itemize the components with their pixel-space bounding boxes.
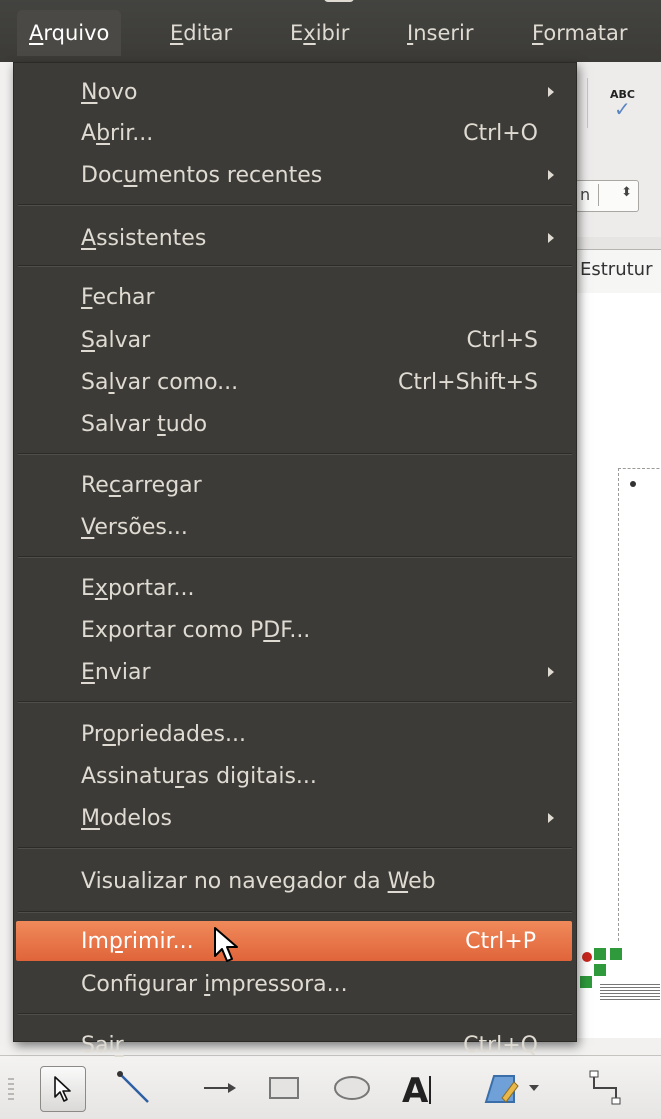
mouse-pointer-icon [212,926,242,970]
menu-separator [18,204,572,206]
menu-item-fechar[interactable]: Fechar [14,280,576,314]
menu-item-configurar-impressora[interactable]: Configurar impressora... [14,967,576,1001]
menu-item-modelos[interactable]: Modelos [14,801,576,835]
dropdown-arrow-icon[interactable] [522,1066,546,1110]
menu-item-novo[interactable]: Novo [14,75,576,109]
rectangle-icon[interactable] [262,1066,306,1110]
shortcut-salvar: Ctrl+S [466,327,538,353]
arrow-line-icon[interactable] [198,1066,242,1110]
curve-tool-icon[interactable] [478,1066,522,1110]
menu-item-documentos-recentes[interactable]: Documentos recentes [14,158,576,192]
menu-item-versoes[interactable]: Versões... [14,510,576,544]
menu-arquivo[interactable]: Arquivo [17,10,122,56]
bullet-point [630,481,636,487]
window-title-fragment [324,0,354,2]
menu-formatar[interactable]: Formatar [532,10,628,56]
menu-separator [18,847,572,849]
connector-icon[interactable] [584,1066,628,1110]
menu-separator [18,265,572,267]
menu-separator [18,911,572,913]
menu-item-exportar-pdf[interactable]: Exportar como PDF... [14,613,576,647]
spellcheck-icon[interactable]: ABC ✓ [610,88,635,121]
line-icon[interactable] [112,1066,156,1110]
menu-item-assinaturas-digitais[interactable]: Assinaturas digitais... [14,759,576,793]
menu-inserir[interactable]: Inserir [407,10,473,56]
shortcut-salvar-como: Ctrl+Shift+S [398,369,538,395]
slide-placeholder-border [618,468,661,941]
menu-separator [18,556,572,558]
drawing-toolbar: A [0,1055,661,1119]
shortcut-abrir: Ctrl+O [463,120,538,146]
menu-separator [18,453,572,455]
menu-item-propriedades[interactable]: Propriedades... [14,717,576,751]
svg-text:A: A [402,1071,429,1108]
menu-editar[interactable]: Editar [170,10,232,56]
menu-separator [18,1013,572,1015]
ellipse-icon[interactable] [330,1066,374,1110]
submenu-arrow-icon [548,233,554,243]
toolbar-separator [587,78,588,128]
view-tabs: Estrutur [575,237,661,294]
toolbar-grip[interactable] [8,1078,14,1100]
select-arrow-icon[interactable] [40,1066,86,1112]
shortcut-sair: Ctrl+Q [463,1032,538,1058]
menu-item-assistentes[interactable]: Assistentes [14,221,576,255]
menu-item-recarregar[interactable]: Recarregar [14,468,576,502]
menubar: Arquivo Editar Exibir Inserir Formatar [0,0,661,62]
menu-item-sair[interactable]: Sair Ctrl+Q [14,1028,576,1062]
menu-item-exportar[interactable]: Exportar... [14,571,576,605]
spin-arrows-icon[interactable]: ⬍ [621,185,632,200]
shortcut-imprimir: Ctrl+P [465,928,536,954]
menu-item-salvar-como[interactable]: Salvar como... Ctrl+Shift+S [14,365,576,399]
menu-item-imprimir[interactable]: Imprimir... Ctrl+P [16,921,572,961]
submenu-arrow-icon [548,87,554,97]
menu-item-enviar[interactable]: Enviar [14,655,576,689]
arquivo-dropdown-menu: Novo Abrir... Ctrl+O Documentos recentes… [13,62,577,1058]
slide-logo [580,946,661,1008]
menu-exibir[interactable]: Exibir [290,10,349,56]
tab-estrutura[interactable]: Estrutur [575,249,661,294]
text-tool-icon[interactable]: A [398,1066,442,1110]
menu-item-salvar[interactable]: Salvar Ctrl+S [14,323,576,357]
menu-separator [18,701,572,703]
font-size-spinbox[interactable]: n ⬍ [575,180,639,212]
submenu-arrow-icon [548,667,554,677]
submenu-arrow-icon [548,813,554,823]
submenu-arrow-icon [548,170,554,180]
menu-item-visualizar-navegador[interactable]: Visualizar no navegador da Web [14,864,576,898]
menu-item-abrir[interactable]: Abrir... Ctrl+O [14,116,576,150]
menu-item-salvar-tudo[interactable]: Salvar tudo [14,407,576,441]
